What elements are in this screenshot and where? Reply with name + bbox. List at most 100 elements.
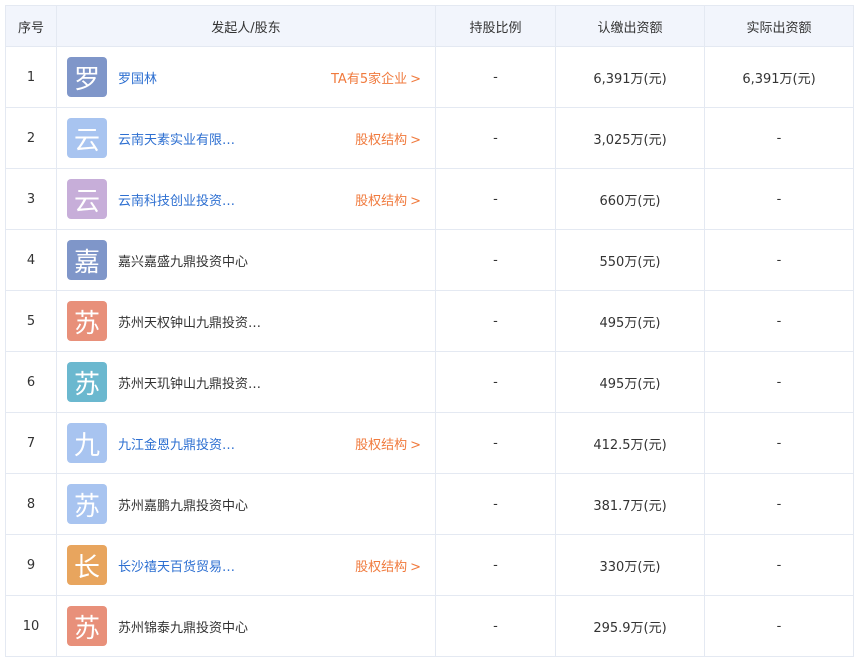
table-row: 2 云 云南天素实业有限公司 股权结构 > - 3,025万(元) -	[5, 107, 854, 169]
avatar: 云	[67, 179, 107, 219]
table-body: 1 罗 罗国林 TA有5家企业 > - 6,391万(元) 6,391万(元) 2…	[5, 46, 854, 657]
row-index: 10	[5, 595, 57, 657]
actual-cell: -	[704, 290, 854, 352]
ratio-cell: -	[435, 412, 556, 474]
shareholder-tag-link[interactable]: 股权结构 >	[355, 556, 421, 575]
table-row: 4 嘉 嘉兴嘉盛九鼎投资中心 - 550万(元) -	[5, 229, 854, 291]
shareholder-name[interactable]: 长沙禧天百货贸易有...	[118, 556, 237, 575]
table-row: 7 九 九江金恩九鼎投资中心 股权结构 > - 412.5万(元) -	[5, 412, 854, 474]
shareholder-cell-content: 苏 苏州嘉鹏九鼎投资中心	[57, 474, 435, 534]
shareholder-name: 苏州天玑钟山九鼎投资中心	[118, 376, 268, 392]
shareholder-name: 苏州天权钟山九鼎投资中心	[118, 315, 268, 331]
tag-label: 股权结构	[355, 437, 408, 453]
avatar: 嘉	[67, 240, 107, 280]
avatar: 九	[67, 423, 107, 463]
avatar: 苏	[67, 606, 107, 646]
header-actual: 实际出资额	[704, 5, 854, 47]
chevron-right-icon: >	[410, 193, 422, 209]
ratio-cell: -	[435, 290, 556, 352]
subscribed-cell: 550万(元)	[555, 229, 705, 291]
row-index: 1	[5, 46, 57, 108]
shareholder-name[interactable]: 云南科技创业投资有...	[118, 190, 237, 209]
header-ratio: 持股比例	[435, 5, 556, 47]
ratio-cell: -	[435, 46, 556, 108]
shareholder-cell: 苏 苏州嘉鹏九鼎投资中心	[56, 473, 436, 535]
row-index: 7	[5, 412, 57, 474]
avatar: 云	[67, 118, 107, 158]
actual-cell: -	[704, 412, 854, 474]
shareholder-cell-content: 苏 苏州锦泰九鼎投资中心	[57, 596, 435, 656]
row-index: 4	[5, 229, 57, 291]
header-subscribed: 认缴出资额	[555, 5, 705, 47]
ratio-cell: -	[435, 107, 556, 169]
tag-label: TA有5家企业	[331, 71, 408, 87]
actual-cell: -	[704, 107, 854, 169]
table-row: 5 苏 苏州天权钟山九鼎投资中心 - 495万(元) -	[5, 290, 854, 352]
table-row: 8 苏 苏州嘉鹏九鼎投资中心 - 381.7万(元) -	[5, 473, 854, 535]
subscribed-cell: 495万(元)	[555, 290, 705, 352]
shareholder-cell-content: 长 长沙禧天百货贸易有... 股权结构 >	[57, 535, 435, 595]
shareholder-cell: 嘉 嘉兴嘉盛九鼎投资中心	[56, 229, 436, 291]
actual-cell: 6,391万(元)	[704, 46, 854, 108]
avatar: 苏	[67, 301, 107, 341]
shareholder-cell: 长 长沙禧天百货贸易有... 股权结构 >	[56, 534, 436, 596]
ratio-cell: -	[435, 168, 556, 230]
row-index: 9	[5, 534, 57, 596]
shareholder-cell-content: 嘉 嘉兴嘉盛九鼎投资中心	[57, 230, 435, 290]
chevron-right-icon: >	[410, 71, 422, 87]
shareholder-cell: 罗 罗国林 TA有5家企业 >	[56, 46, 436, 108]
shareholder-tag-link[interactable]: TA有5家企业 >	[331, 68, 421, 87]
shareholder-cell-content: 九 九江金恩九鼎投资中心 股权结构 >	[57, 413, 435, 473]
tag-label: 股权结构	[355, 559, 408, 575]
shareholder-cell: 苏 苏州天权钟山九鼎投资中心	[56, 290, 436, 352]
shareholder-name[interactable]: 罗国林	[118, 68, 225, 87]
shareholder-cell-content: 苏 苏州天玑钟山九鼎投资中心	[57, 352, 435, 412]
avatar: 苏	[67, 362, 107, 402]
ratio-cell: -	[435, 473, 556, 535]
shareholder-tag-link[interactable]: 股权结构 >	[355, 434, 421, 453]
avatar: 长	[67, 545, 107, 585]
tag-label: 股权结构	[355, 193, 408, 209]
subscribed-cell: 295.9万(元)	[555, 595, 705, 657]
avatar: 苏	[67, 484, 107, 524]
subscribed-cell: 6,391万(元)	[555, 46, 705, 108]
shareholder-cell-content: 云 云南科技创业投资有... 股权结构 >	[57, 169, 435, 229]
ratio-cell: -	[435, 229, 556, 291]
tag-label: 股权结构	[355, 132, 408, 148]
shareholder-table-wrapper: 序号 发起人/股东 持股比例 认缴出资额 实际出资额 1 罗 罗国林 TA有5家…	[5, 5, 854, 657]
actual-cell: -	[704, 595, 854, 657]
row-index: 6	[5, 351, 57, 413]
avatar: 罗	[67, 57, 107, 97]
shareholder-table: 序号 发起人/股东 持股比例 认缴出资额 实际出资额 1 罗 罗国林 TA有5家…	[5, 5, 854, 657]
row-index: 5	[5, 290, 57, 352]
actual-cell: -	[704, 534, 854, 596]
subscribed-cell: 495万(元)	[555, 351, 705, 413]
header-shareholder: 发起人/股东	[56, 5, 436, 47]
ratio-cell: -	[435, 534, 556, 596]
header-index: 序号	[5, 5, 57, 47]
shareholder-name[interactable]: 云南天素实业有限公司	[118, 129, 237, 148]
shareholder-tag-link[interactable]: 股权结构 >	[355, 129, 421, 148]
subscribed-cell: 3,025万(元)	[555, 107, 705, 169]
subscribed-cell: 660万(元)	[555, 168, 705, 230]
shareholder-name[interactable]: 九江金恩九鼎投资中心	[118, 434, 237, 453]
shareholder-name: 苏州嘉鹏九鼎投资中心	[118, 498, 249, 514]
table-row: 10 苏 苏州锦泰九鼎投资中心 - 295.9万(元) -	[5, 595, 854, 657]
header-row: 序号 发起人/股东 持股比例 认缴出资额 实际出资额	[5, 5, 854, 47]
table-header: 序号 发起人/股东 持股比例 认缴出资额 实际出资额	[5, 5, 854, 47]
ratio-cell: -	[435, 595, 556, 657]
table-row: 6 苏 苏州天玑钟山九鼎投资中心 - 495万(元) -	[5, 351, 854, 413]
chevron-right-icon: >	[410, 559, 422, 575]
actual-cell: -	[704, 229, 854, 291]
shareholder-cell: 苏 苏州锦泰九鼎投资中心	[56, 595, 436, 657]
shareholder-cell: 云 云南天素实业有限公司 股权结构 >	[56, 107, 436, 169]
row-index: 8	[5, 473, 57, 535]
shareholder-cell-content: 苏 苏州天权钟山九鼎投资中心	[57, 291, 435, 351]
shareholder-cell-content: 云 云南天素实业有限公司 股权结构 >	[57, 108, 435, 168]
row-index: 2	[5, 107, 57, 169]
ratio-cell: -	[435, 351, 556, 413]
shareholder-tag-link[interactable]: 股权结构 >	[355, 190, 421, 209]
actual-cell: -	[704, 168, 854, 230]
shareholder-cell: 云 云南科技创业投资有... 股权结构 >	[56, 168, 436, 230]
chevron-right-icon: >	[410, 132, 422, 148]
